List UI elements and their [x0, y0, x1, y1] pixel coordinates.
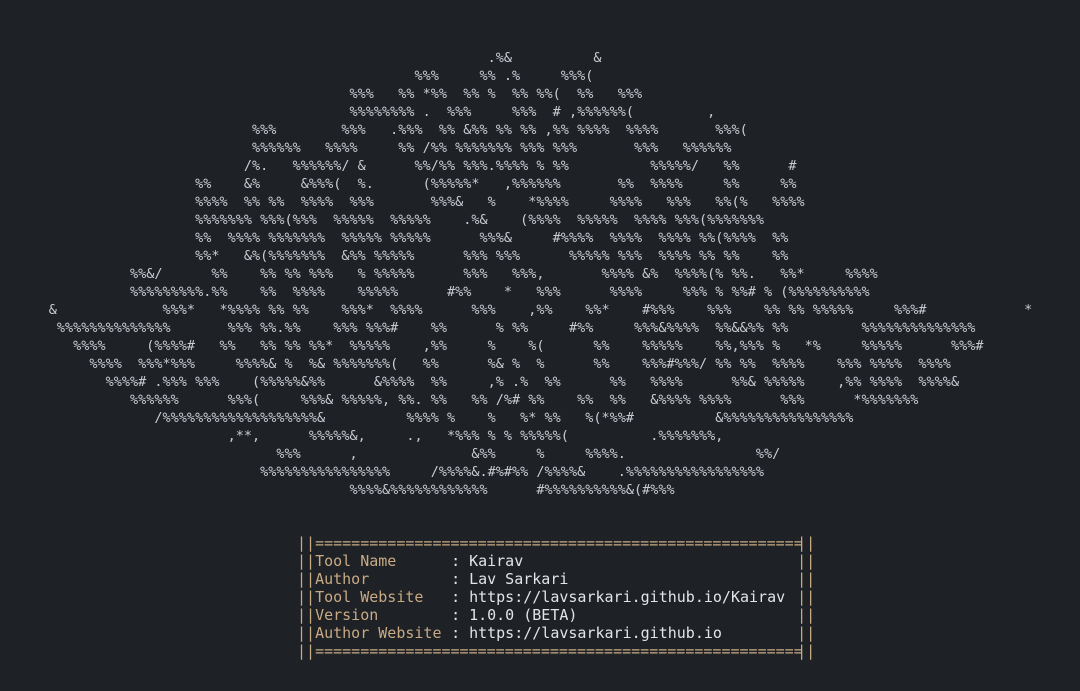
tool-website-label: Tool Website — [315, 588, 424, 606]
ascii-art-line: /%%%%%%%%%%%%%%%%%%%& %%%% % % %* %% %(*… — [0, 410, 854, 426]
ascii-art-line: %%% %%% .%%% %% &%% %% %% ,%% %%%% %%%% … — [0, 122, 748, 138]
ascii-art-line: %%%% %%%*%%% %%%%& % %& %%%%%%%( %% %& %… — [0, 356, 951, 372]
border-left: || — [297, 552, 316, 570]
ascii-art-line: %%%% %% %% %%%% %%% %%%& % *%%%% %%%% %%… — [0, 194, 805, 210]
info-row-author-website: ||Author Website: https://lavsarkari.gith… — [297, 624, 815, 642]
ascii-art-banner: .%& & %%% %% .% %%%( %%% %% *%% %% % %% … — [0, 49, 1032, 499]
separator: : — [451, 570, 461, 588]
ascii-art-line: %%%%%%%%%.%% %% %%%% %%%%% #%% * %%% %%%… — [0, 284, 870, 300]
border-left: || — [297, 570, 316, 588]
author-label: Author — [315, 570, 370, 588]
info-box-top-border: ||======================================… — [297, 534, 815, 552]
ascii-art-line: %%%% (%%%%# %% %% %% %%* %%%%% ,%% % %( … — [0, 338, 984, 354]
separator: : — [451, 624, 461, 642]
border-left: || — [297, 588, 316, 606]
author-value: Lav Sarkari — [469, 570, 569, 588]
border-right: || — [797, 642, 816, 660]
ascii-art-line: %%%%%%%%%%%%%%%% /%%%%&.#%#%% /%%%%& .%%… — [0, 464, 765, 480]
border-left: || — [297, 534, 316, 552]
info-box-bottom-border: ||======================================… — [297, 642, 815, 660]
tool-website-value: https://lavsarkari.github.io/Kairav — [469, 588, 786, 606]
border-right: || — [797, 606, 816, 624]
ascii-art-line: %%%%%%%% . %%% %%% # ,%%%%%%( , — [0, 104, 716, 120]
ascii-art-line: %%% , &%% % %%%%. %%/ — [0, 446, 781, 462]
ascii-art-line: %%&/ %% %% %% %%% % %%%%% %%% %%%, %%%% … — [0, 266, 878, 282]
version-label: Version — [315, 606, 379, 624]
border-left: || — [297, 642, 316, 660]
separator: : — [451, 552, 461, 570]
ascii-art-line: %%%%&%%%%%%%%%%%% #%%%%%%%%%%&(#%%% — [0, 482, 675, 498]
separator: : — [451, 606, 461, 624]
ascii-art-line: %%%%# .%%% %%% (%%%%%&%% &%%%% %% ,% .% … — [0, 374, 960, 390]
border-rule-top: ========================================… — [315, 534, 803, 552]
border-right: || — [797, 570, 816, 588]
info-row-author: ||Author: Lav Sarkari || — [297, 570, 815, 588]
border-right: || — [797, 534, 816, 552]
terminal-window[interactable]: .%& & %%% %% .% %%%( %%% %% *%% %% % %% … — [0, 0, 1080, 691]
version-value: 1.0.0 (BETA) — [469, 606, 578, 624]
tool-name-label: Tool Name — [315, 552, 397, 570]
ascii-art-line: %% &% &%%%( %. (%%%%%* ,%%%%%% %% %%%% %… — [0, 176, 797, 192]
ascii-art-line: %%%%%%% %%%(%%% %%%%% %%%%% .%& (%%%% %%… — [0, 212, 765, 228]
ascii-art-line: ,**, %%%%%&, ., *%%% % % %%%%%( .%%%%%%%… — [0, 428, 724, 444]
ascii-art-line: %%%%%% %%%% %% /%% %%%%%%% %%% %%% %%% %… — [0, 140, 732, 156]
info-row-version: ||Version:1.0.0 (BETA) || — [297, 606, 815, 624]
author-website-label: Author Website — [315, 624, 442, 642]
tool-info-box: ||======================================… — [297, 534, 815, 660]
ascii-art-line: %%%%%% %%%( %%%& %%%%%, %%. %% %% /%# %%… — [0, 392, 919, 408]
ascii-art-line: & %%%* *%%%% %% %% %%%* %%%% %%% ,%% %%*… — [0, 302, 1033, 318]
border-left: || — [297, 624, 316, 642]
info-row-tool-website: ||Tool Website: https://lavsarkari.github… — [297, 588, 815, 606]
ascii-art-line: %%% %% *%% %% % %% %%( %% %%% — [0, 86, 643, 102]
ascii-art-line: %% %%%% %%%%%%% %%%%% %%%%% %%%& #%%%% %… — [0, 230, 789, 246]
tool-name-value: Kairav — [469, 552, 524, 570]
author-website-value: https://lavsarkari.github.io — [469, 624, 722, 642]
border-right: || — [797, 624, 816, 642]
ascii-art-line: /%. %%%%%%/ & %%/%% %%%.%%%% % %% %%%%%/… — [0, 158, 797, 174]
ascii-art-line: %%%%%%%%%%%%%% %%% %%.%% %%% %%%# %% % %… — [0, 320, 976, 336]
border-right: || — [797, 588, 816, 606]
ascii-art-line: %%% %% .% %%%( — [0, 68, 594, 84]
ascii-art-line: %%* &%(%%%%%%% &%% %%%%% %%% %%% %%%%% %… — [0, 248, 789, 264]
border-rule-bottom: ========================================… — [315, 642, 803, 660]
border-left: || — [297, 606, 316, 624]
ascii-art-line: .%& & — [0, 50, 602, 66]
separator: : — [451, 588, 461, 606]
border-right: || — [797, 552, 816, 570]
info-row-tool-name: ||Tool Name: Kairav || — [297, 552, 815, 570]
